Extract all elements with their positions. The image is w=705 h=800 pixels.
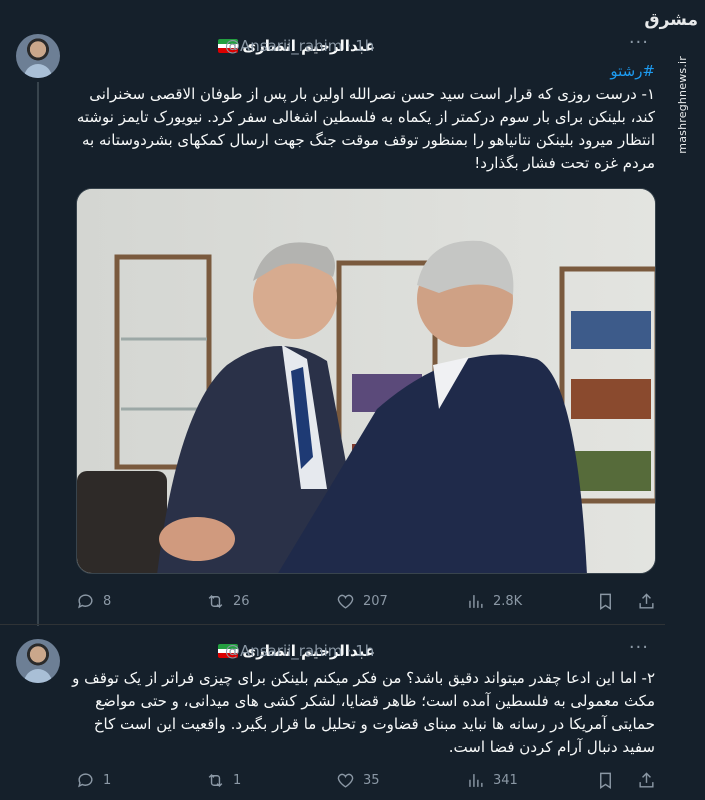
avatar[interactable] — [16, 34, 60, 78]
tweet-actions: 8 26 207 2.8K — [76, 589, 656, 613]
watermark-url: mashreghnews.ir — [675, 56, 689, 154]
photo-illustration — [77, 189, 655, 573]
like-button[interactable]: 35 — [336, 771, 396, 790]
heart-icon — [337, 594, 354, 609]
reply-count: 1 — [103, 772, 112, 788]
retweet-count: 1 — [233, 772, 242, 788]
like-count: 207 — [363, 593, 388, 609]
views-count: 341 — [493, 772, 518, 788]
reply-button[interactable]: 1 — [76, 771, 136, 790]
meta-separator: · — [346, 37, 352, 55]
author-handle[interactable]: @Ansarii_rahim — [225, 642, 342, 660]
like-button[interactable]: 207 — [336, 592, 396, 611]
hashtag-link[interactable]: #رشتو — [70, 60, 655, 83]
more-options-icon[interactable]: ··· — [629, 637, 649, 658]
views-button[interactable]: 2.8K — [466, 592, 526, 611]
share-icon[interactable] — [637, 592, 656, 611]
tweet-photo[interactable] — [76, 188, 656, 574]
avatar[interactable] — [16, 639, 60, 683]
tweet-body: ۱- درست روزی که قرار است سید حسن نصرالله… — [76, 85, 655, 172]
thread-connector-line — [37, 82, 39, 626]
tweet-text: ۲- اما این ادعا چقدر میتواند دقیق باشد؟ … — [70, 667, 655, 759]
watermark: مشرق mashreghnews.ir — [644, 10, 699, 154]
reply-icon — [78, 593, 93, 608]
tweet-meta: @Ansarii_rahim · 1h — [225, 640, 374, 662]
bookmark-icon[interactable] — [596, 592, 615, 611]
tweet-1[interactable]: عبدالرحیم انصاری @Ansarii_rahim · 1h ···… — [0, 0, 665, 626]
share-icon[interactable] — [637, 771, 656, 790]
like-count: 35 — [363, 772, 380, 788]
retweet-icon — [208, 594, 223, 608]
tweet-actions: 1 1 35 341 — [76, 768, 656, 792]
watermark-logo: مشرق — [644, 10, 698, 30]
views-count: 2.8K — [493, 593, 523, 609]
retweet-button[interactable]: 1 — [206, 771, 266, 790]
author-handle[interactable]: @Ansarii_rahim — [225, 37, 342, 55]
retweet-button[interactable]: 26 — [206, 592, 266, 611]
more-options-icon[interactable]: ··· — [629, 32, 649, 53]
views-chart-icon — [469, 594, 483, 608]
tweet-text: #رشتو ۱- درست روزی که قرار است سید حسن ن… — [70, 60, 655, 175]
meta-separator: · — [346, 642, 352, 660]
tweet-body: ۲- اما این ادعا چقدر میتواند دقیق باشد؟ … — [72, 669, 655, 756]
bookmark-icon[interactable] — [596, 771, 615, 790]
views-chart-icon — [469, 773, 483, 787]
tweet-time[interactable]: 1h — [355, 642, 374, 660]
retweet-count: 26 — [233, 593, 250, 609]
heart-icon — [337, 773, 354, 788]
reply-count: 8 — [103, 593, 112, 609]
retweet-icon — [208, 773, 223, 787]
tweet-meta: @Ansarii_rahim · 1h — [225, 35, 374, 57]
reply-button[interactable]: 8 — [76, 592, 136, 611]
tweet-time[interactable]: 1h — [355, 37, 374, 55]
reply-icon — [78, 772, 93, 787]
tweet-2[interactable]: عبدالرحیم انصاری @Ansarii_rahim · 1h ···… — [0, 624, 665, 800]
views-button[interactable]: 341 — [466, 771, 526, 790]
